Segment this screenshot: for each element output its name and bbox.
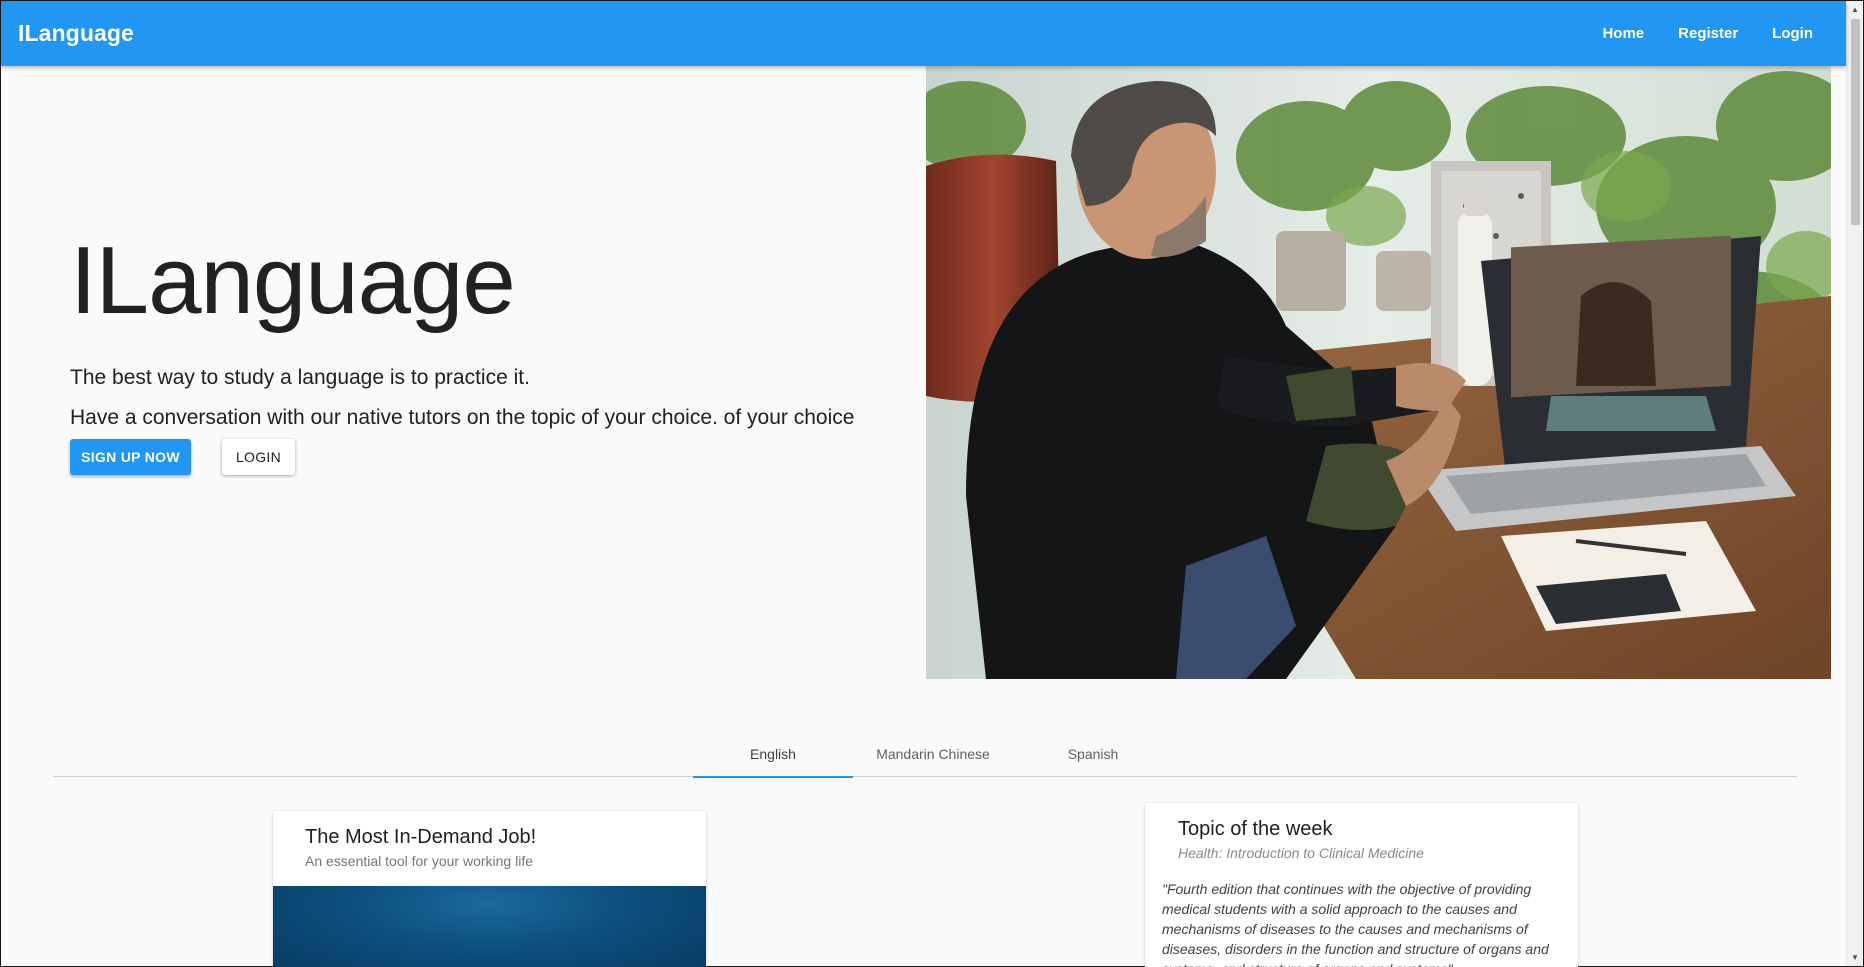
hero-title: ILanguage [70, 227, 516, 334]
scroll-up-arrow-icon[interactable]: ▲ [1847, 1, 1863, 18]
topic-card-subtitle: Health: Introduction to Clinical Medicin… [1178, 845, 1424, 861]
scroll-down-arrow-icon[interactable]: ▼ [1847, 949, 1863, 966]
nav-login-link[interactable]: Login [1755, 17, 1830, 50]
topic-of-week-card: Topic of the week Health: Introduction t… [1145, 803, 1578, 967]
vertical-scrollbar[interactable]: ▲ ▼ [1846, 1, 1863, 966]
job-card-subtitle: An essential tool for your working life [305, 853, 533, 869]
job-card-title: The Most In-Demand Job! [305, 826, 537, 848]
topic-card-title: Topic of the week [1178, 818, 1333, 840]
job-card[interactable]: The Most In-Demand Job! An essential too… [273, 811, 706, 967]
topic-card-quote: "Fourth edition that continues with the … [1162, 881, 1549, 967]
scroll-thumb[interactable] [1851, 19, 1860, 225]
job-card-image [273, 886, 706, 967]
language-tabs: English Mandarin Chinese Spanish [53, 731, 1797, 778]
top-nav: Home Register Login [1585, 17, 1830, 50]
tab-mandarin-chinese[interactable]: Mandarin Chinese [853, 731, 1013, 777]
hero-tagline: The best way to study a language is to p… [70, 366, 530, 389]
app-bar: ILanguage Home Register Login [1, 1, 1846, 66]
hero-photo [926, 66, 1831, 679]
nav-register-link[interactable]: Register [1661, 17, 1755, 50]
brand-title[interactable]: ILanguage [18, 20, 134, 47]
sign-up-button[interactable]: SIGN UP NOW [70, 439, 191, 475]
nav-home-link[interactable]: Home [1585, 17, 1661, 50]
tab-english[interactable]: English [693, 731, 853, 778]
tab-spanish[interactable]: Spanish [1013, 731, 1173, 777]
hero-description: Have a conversation with our native tuto… [70, 406, 855, 429]
login-button[interactable]: LOGIN [222, 439, 295, 475]
